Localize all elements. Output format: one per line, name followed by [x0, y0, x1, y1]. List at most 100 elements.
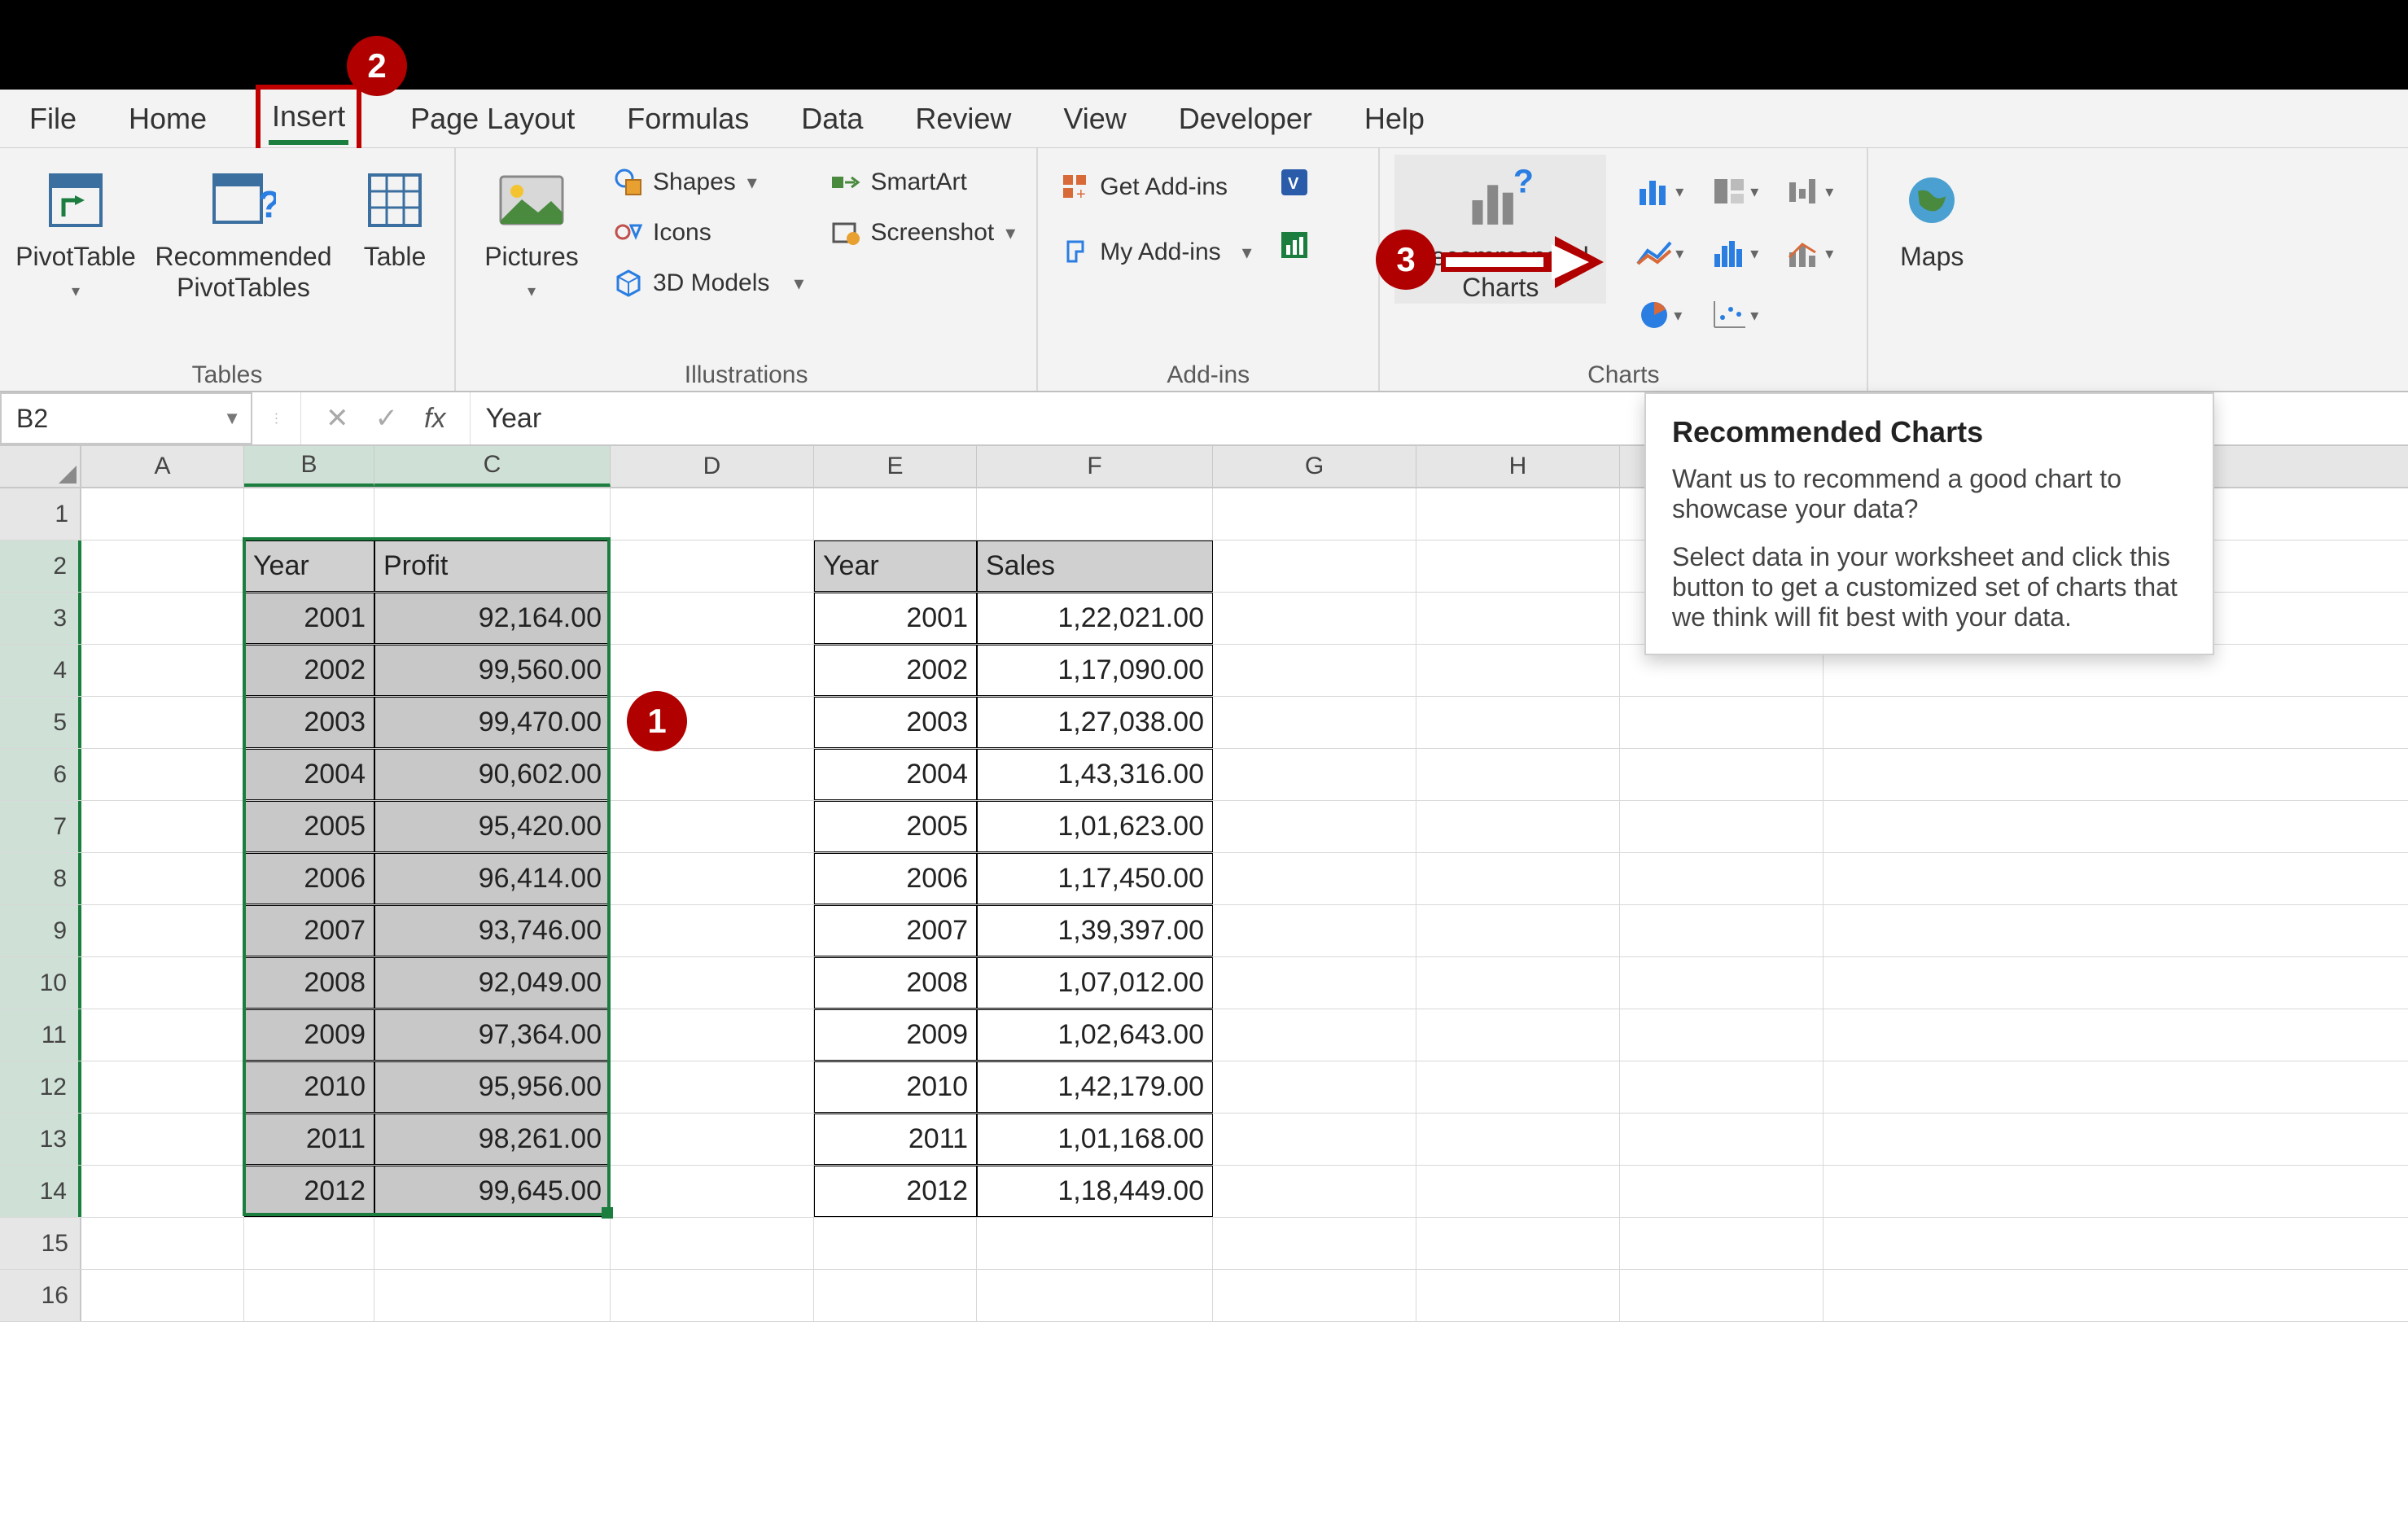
- column-header-H[interactable]: H: [1416, 446, 1620, 487]
- cell-C5[interactable]: 99,470.00: [374, 697, 611, 748]
- cell-E9[interactable]: 2007: [814, 905, 977, 956]
- cell-D2[interactable]: [611, 540, 814, 592]
- cell-E12[interactable]: 2010: [814, 1061, 977, 1113]
- cell-I11[interactable]: [1620, 1009, 1824, 1061]
- table-button[interactable]: Table: [350, 155, 440, 272]
- cell-G9[interactable]: [1213, 905, 1416, 956]
- cell-D9[interactable]: [611, 905, 814, 956]
- cell-A9[interactable]: [81, 905, 244, 956]
- cell-B5[interactable]: 2003: [244, 697, 374, 748]
- row-header-9[interactable]: 9: [0, 905, 81, 956]
- cell-C7[interactable]: 95,420.00: [374, 801, 611, 852]
- cell-B9[interactable]: 2007: [244, 905, 374, 956]
- cell-E2[interactable]: Year: [814, 540, 977, 592]
- cell-C4[interactable]: 99,560.00: [374, 645, 611, 696]
- cell-H12[interactable]: [1416, 1061, 1620, 1113]
- cell-H9[interactable]: [1416, 905, 1620, 956]
- cell-H3[interactable]: [1416, 593, 1620, 644]
- cell-F9[interactable]: 1,39,397.00: [977, 905, 1213, 956]
- cell-C8[interactable]: 96,414.00: [374, 853, 611, 904]
- cell-A15[interactable]: [81, 1218, 244, 1269]
- cell-C16[interactable]: [374, 1270, 611, 1321]
- column-header-E[interactable]: E: [814, 446, 977, 487]
- cell-G5[interactable]: [1213, 697, 1416, 748]
- cell-B13[interactable]: 2011: [244, 1114, 374, 1165]
- 3d-models-button[interactable]: 3D Models▾: [606, 262, 810, 304]
- cell-D12[interactable]: [611, 1061, 814, 1113]
- smartart-button[interactable]: SmartArt: [823, 161, 1022, 203]
- cell-A3[interactable]: [81, 593, 244, 644]
- cell-E15[interactable]: [814, 1218, 977, 1269]
- cell-C3[interactable]: 92,164.00: [374, 593, 611, 644]
- cell-D11[interactable]: [611, 1009, 814, 1061]
- cell-B14[interactable]: 2012: [244, 1166, 374, 1217]
- cell-F8[interactable]: 1,17,450.00: [977, 853, 1213, 904]
- cell-E5[interactable]: 2003: [814, 697, 977, 748]
- cell-H11[interactable]: [1416, 1009, 1620, 1061]
- cell-D16[interactable]: [611, 1270, 814, 1321]
- cell-G14[interactable]: [1213, 1166, 1416, 1217]
- tab-data[interactable]: Data: [798, 95, 866, 142]
- row-header-2[interactable]: 2: [0, 540, 81, 592]
- cell-A16[interactable]: [81, 1270, 244, 1321]
- cell-D14[interactable]: [611, 1166, 814, 1217]
- cell-B11[interactable]: 2009: [244, 1009, 374, 1061]
- cell-A14[interactable]: [81, 1166, 244, 1217]
- cell-A2[interactable]: [81, 540, 244, 592]
- cell-I16[interactable]: [1620, 1270, 1824, 1321]
- screenshot-button[interactable]: Screenshot▾: [823, 212, 1022, 254]
- cell-H8[interactable]: [1416, 853, 1620, 904]
- cell-D10[interactable]: [611, 957, 814, 1009]
- cell-I13[interactable]: [1620, 1114, 1824, 1165]
- cell-E13[interactable]: 2011: [814, 1114, 977, 1165]
- icons-button[interactable]: Icons: [606, 212, 810, 254]
- scatter-chart-button[interactable]: ▾: [1699, 287, 1769, 344]
- cell-E6[interactable]: 2004: [814, 749, 977, 800]
- cell-H10[interactable]: [1416, 957, 1620, 1009]
- chevron-down-icon[interactable]: ▼: [223, 408, 241, 429]
- cell-A4[interactable]: [81, 645, 244, 696]
- cell-F7[interactable]: 1,01,623.00: [977, 801, 1213, 852]
- cell-H4[interactable]: [1416, 645, 1620, 696]
- cell-A1[interactable]: [81, 488, 244, 540]
- cell-I15[interactable]: [1620, 1218, 1824, 1269]
- cell-H7[interactable]: [1416, 801, 1620, 852]
- cell-I5[interactable]: [1620, 697, 1824, 748]
- row-header-3[interactable]: 3: [0, 593, 81, 644]
- cell-F6[interactable]: 1,43,316.00: [977, 749, 1213, 800]
- cell-G4[interactable]: [1213, 645, 1416, 696]
- cell-G7[interactable]: [1213, 801, 1416, 852]
- cancel-icon[interactable]: ✕: [326, 402, 349, 435]
- cell-G12[interactable]: [1213, 1061, 1416, 1113]
- cell-G2[interactable]: [1213, 540, 1416, 592]
- cell-E1[interactable]: [814, 488, 977, 540]
- people-graph-icon[interactable]: [1278, 229, 1311, 265]
- cell-D3[interactable]: [611, 593, 814, 644]
- cell-C1[interactable]: [374, 488, 611, 540]
- cell-A7[interactable]: [81, 801, 244, 852]
- select-all-corner[interactable]: [0, 446, 81, 487]
- cell-G8[interactable]: [1213, 853, 1416, 904]
- row-header-11[interactable]: 11: [0, 1009, 81, 1061]
- cell-D1[interactable]: [611, 488, 814, 540]
- cell-B15[interactable]: [244, 1218, 374, 1269]
- maps-button[interactable]: Maps: [1883, 155, 1981, 272]
- cell-G3[interactable]: [1213, 593, 1416, 644]
- cell-B6[interactable]: 2004: [244, 749, 374, 800]
- cell-D15[interactable]: [611, 1218, 814, 1269]
- cell-G10[interactable]: [1213, 957, 1416, 1009]
- cell-A11[interactable]: [81, 1009, 244, 1061]
- cell-F5[interactable]: 1,27,038.00: [977, 697, 1213, 748]
- column-header-D[interactable]: D: [611, 446, 814, 487]
- tab-insert[interactable]: Insert: [269, 93, 348, 145]
- column-header-G[interactable]: G: [1213, 446, 1416, 487]
- cell-G11[interactable]: [1213, 1009, 1416, 1061]
- row-header-16[interactable]: 16: [0, 1270, 81, 1321]
- cell-D7[interactable]: [611, 801, 814, 852]
- cell-G15[interactable]: [1213, 1218, 1416, 1269]
- row-header-5[interactable]: 5: [0, 697, 81, 748]
- tab-review[interactable]: Review: [912, 95, 1014, 142]
- tab-formulas[interactable]: Formulas: [624, 95, 752, 142]
- cell-B10[interactable]: 2008: [244, 957, 374, 1009]
- cell-A5[interactable]: [81, 697, 244, 748]
